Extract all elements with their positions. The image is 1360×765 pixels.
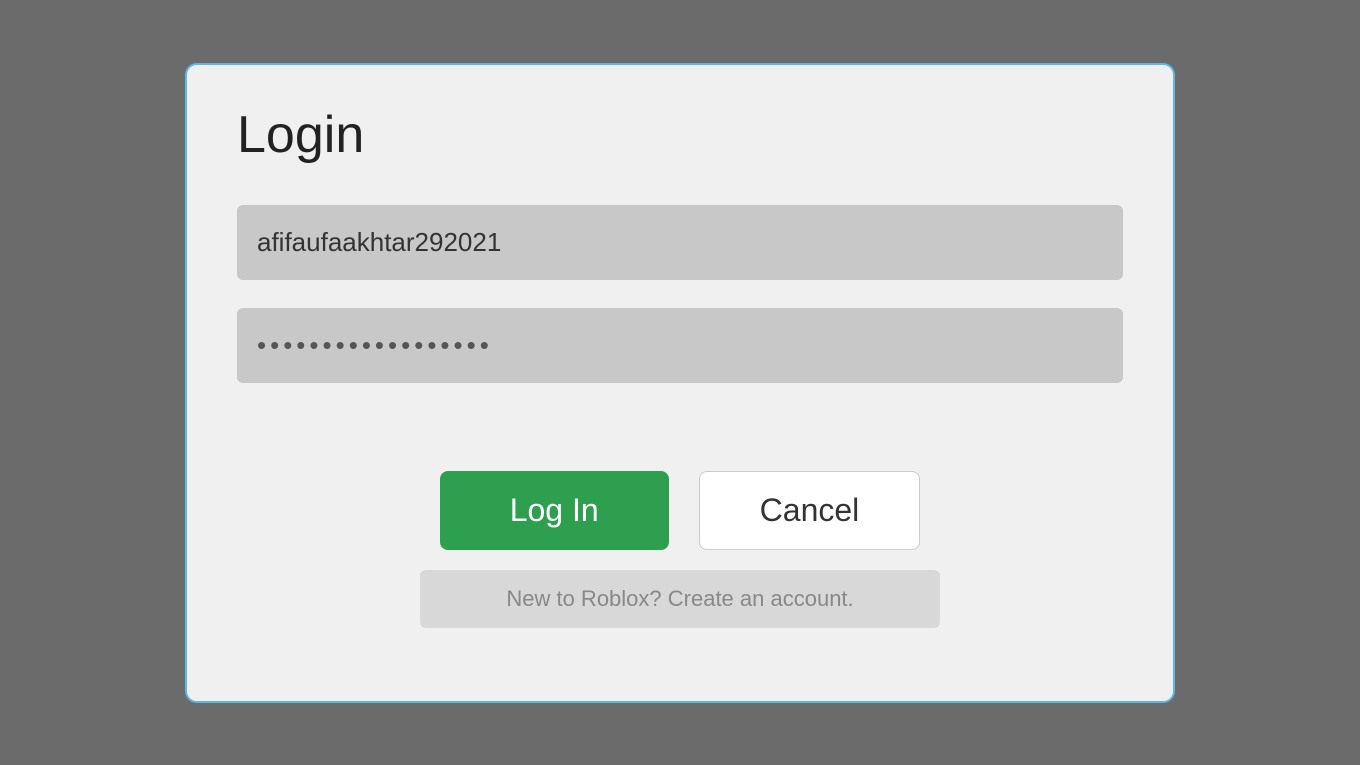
login-dialog: Login Log In Cancel New to Roblox? Creat… [185, 63, 1175, 703]
login-button[interactable]: Log In [440, 471, 669, 550]
buttons-row: Log In Cancel [237, 471, 1123, 550]
create-account-link[interactable]: New to Roblox? Create an account. [420, 570, 940, 628]
dialog-title: Login [237, 105, 1123, 165]
cancel-button[interactable]: Cancel [699, 471, 921, 550]
password-input[interactable] [237, 308, 1123, 383]
username-input[interactable] [237, 205, 1123, 280]
